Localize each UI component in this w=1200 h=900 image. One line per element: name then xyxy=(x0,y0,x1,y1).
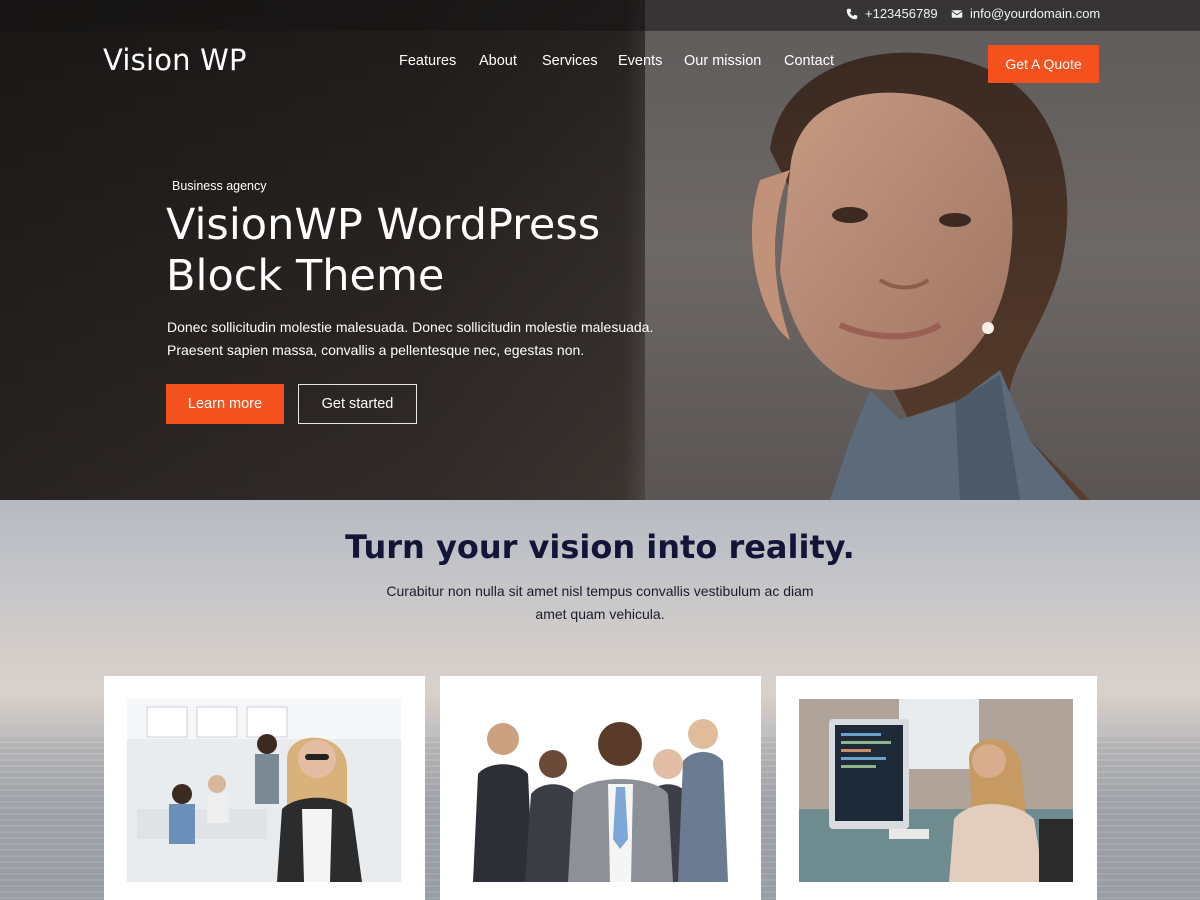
phone-number: +123456789 xyxy=(865,6,938,21)
card-image-developer xyxy=(799,699,1073,882)
office-team-photo xyxy=(127,699,401,882)
card-image-business-team xyxy=(463,699,737,882)
learn-more-button[interactable]: Learn more xyxy=(166,384,284,424)
feature-card[interactable] xyxy=(104,676,425,900)
nav-item-services[interactable]: Services xyxy=(542,53,598,69)
section-description: Curabitur non nulla sit amet nisl tempus… xyxy=(386,583,814,622)
topbar-phone[interactable]: +123456789 xyxy=(846,6,938,21)
topbar-email[interactable]: info@yourdomain.com xyxy=(951,6,1100,21)
phone-icon xyxy=(846,8,858,19)
envelope-icon xyxy=(951,9,963,18)
hero-description: Donec sollicitudin molestie malesuada. D… xyxy=(167,319,654,358)
top-bar: +123456789 info@yourdomain.com xyxy=(0,0,1200,31)
nav-item-about[interactable]: About xyxy=(479,53,517,69)
feature-card[interactable] xyxy=(776,676,1097,900)
hero-section: +123456789 info@yourdomain.com Vision WP… xyxy=(0,0,1200,500)
email-address: info@yourdomain.com xyxy=(970,6,1101,21)
section-title: Turn your vision into reality. xyxy=(345,528,855,566)
feature-card[interactable] xyxy=(440,676,761,900)
hero-woman-photo xyxy=(751,52,1090,500)
hero-title: VisionWP WordPress Block Theme xyxy=(166,200,601,301)
nav-item-contact[interactable]: Contact xyxy=(784,53,834,69)
nav-item-features[interactable]: Features xyxy=(399,53,456,69)
nav-item-events[interactable]: Events xyxy=(618,53,662,69)
woman-at-computer-photo xyxy=(799,699,1073,882)
card-image-team-meeting xyxy=(127,699,401,882)
hero-eyebrow: Business agency xyxy=(172,179,267,193)
business-people-photo xyxy=(463,699,737,882)
get-started-button[interactable]: Get started xyxy=(298,384,417,424)
get-a-quote-button[interactable]: Get A Quote xyxy=(988,45,1099,83)
nav-item-our-mission[interactable]: Our mission xyxy=(684,53,761,69)
site-logo[interactable]: Vision WP xyxy=(103,43,247,77)
